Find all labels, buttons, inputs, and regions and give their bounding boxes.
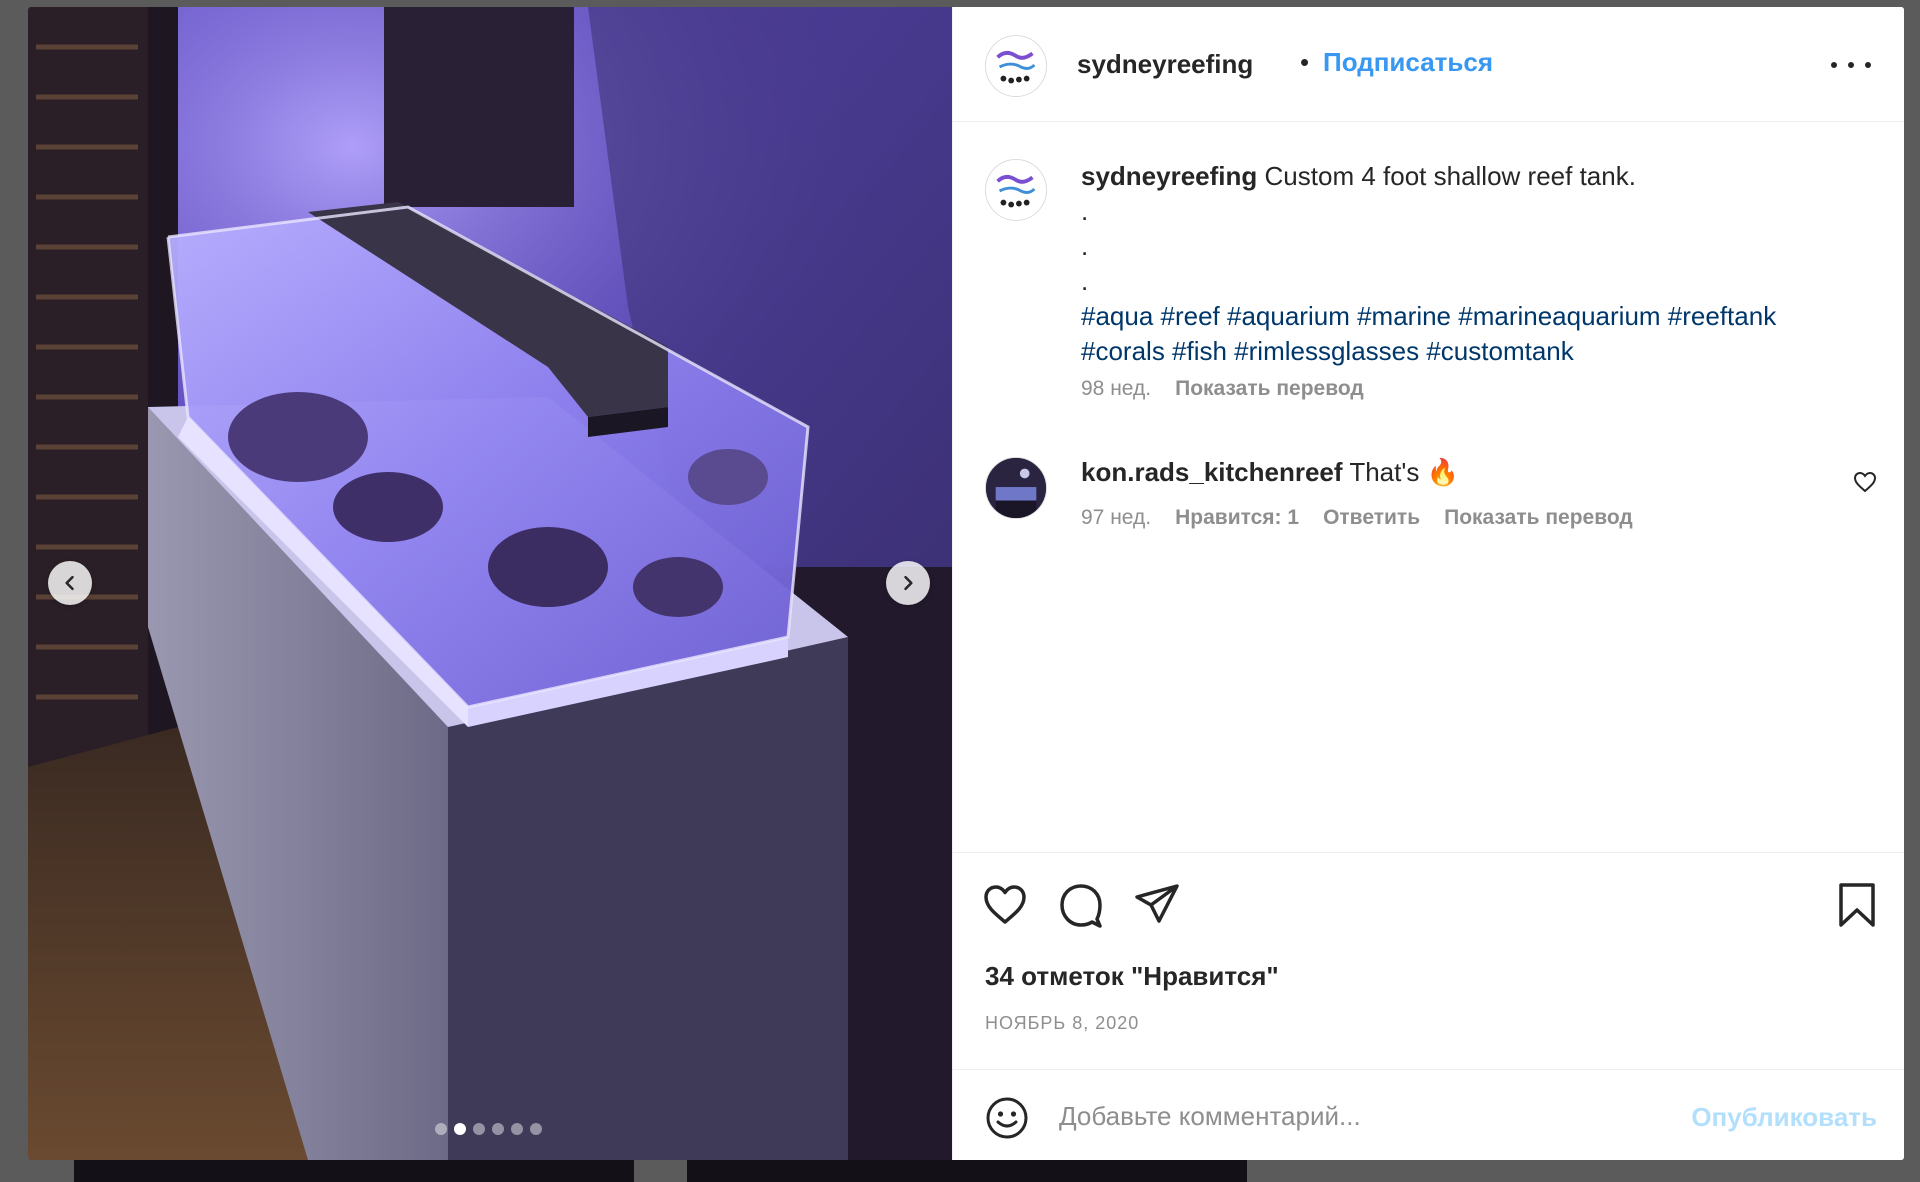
comments-section: sydneyreefing Custom 4 foot shallow reef… [953,122,1904,852]
carousel-dot [530,1123,542,1135]
caption-dot-line: . [1081,266,1089,296]
caption-dot-line: . [1081,196,1089,226]
commenter-avatar[interactable] [985,457,1047,519]
post-date[interactable]: НОЯБРЬ 8, 2020 [985,1013,1139,1034]
carousel-dot [473,1123,485,1135]
comment-text: That's 🔥 [1349,457,1459,487]
author-username[interactable]: sydneyreefing [1077,49,1253,80]
bookmark-icon[interactable] [1833,881,1881,929]
comment-translate-button[interactable]: Показать перевод [1444,506,1633,530]
comment-age[interactable]: 97 нед. [1081,506,1151,530]
carousel-prev-button[interactable] [48,561,92,605]
carousel-dot [435,1123,447,1135]
comment-icon[interactable] [1057,881,1105,929]
aquarium-photo [28,7,952,1160]
comment-text-line: kon.rads_kitchenreef That's 🔥 [1081,455,1841,490]
caption-hashtags[interactable]: #aqua #reef #aquarium #marine #marineaqu… [1081,299,1861,334]
comment-input[interactable] [1059,1094,1649,1138]
carousel-dots [435,1123,542,1135]
backdrop-thumbnail-right [687,1160,1247,1182]
sydneyreefing-logo [986,160,1046,220]
more-options-button[interactable] [1831,53,1871,77]
emoji-icon[interactable] [985,1096,1029,1140]
carousel-dot [492,1123,504,1135]
more-horizontal-icon [1848,62,1854,68]
post-media [28,7,952,1160]
comment-item: kon.rads_kitchenreef That's 🔥 97 нед. Нр… [1081,455,1841,530]
likes-count[interactable]: 34 отметок "Нравится" [985,961,1279,992]
author-avatar[interactable] [985,35,1047,97]
chevron-right-icon [904,575,913,591]
carousel-next-button[interactable] [886,561,930,605]
post-header: sydneyreefing • Подписаться [953,7,1904,122]
caption-hashtags[interactable]: #corals #fish #rimlessglasses #customtan… [1081,334,1861,369]
carousel-dot [511,1123,523,1135]
comment-username[interactable]: kon.rads_kitchenreef [1081,457,1343,487]
comment-reply-button[interactable]: Ответить [1323,506,1420,530]
follow-button[interactable]: Подписаться [1323,47,1493,78]
post-modal: sydneyreefing • Подписаться sydneyreefin… [28,7,1904,1160]
heart-icon[interactable] [981,881,1029,929]
caption-avatar[interactable] [985,159,1047,221]
post-actions: 34 отметок "Нравится" НОЯБРЬ 8, 2020 Опу… [953,852,1904,1160]
comment-like-icon[interactable] [1853,470,1877,494]
more-horizontal-icon [1865,62,1871,68]
caption-text: Custom 4 foot shallow reef tank. [1264,161,1636,191]
post-panel: sydneyreefing • Подписаться sydneyreefin… [952,7,1904,1160]
comment-meta: 97 нед. Нравится: 1 Ответить Показать пе… [1081,506,1841,530]
caption-text-line: sydneyreefing Custom 4 foot shallow reef… [1081,159,1861,194]
comment-likes[interactable]: Нравится: 1 [1175,506,1299,530]
caption: sydneyreefing Custom 4 foot shallow reef… [1081,159,1861,401]
caption-translate-button[interactable]: Показать перевод [1175,377,1364,401]
share-icon[interactable] [1133,881,1181,929]
caption-dot-line: . [1081,231,1089,261]
caption-meta: 98 нед. Показать перевод [1081,377,1861,401]
caption-age[interactable]: 98 нед. [1081,377,1151,401]
commenter-photo [986,458,1046,518]
caption-username[interactable]: sydneyreefing [1081,161,1257,191]
carousel-dot-active [454,1123,466,1135]
chevron-left-icon [65,575,74,591]
comment-composer: Опубликовать [953,1069,1904,1160]
backdrop-thumbnail-left [74,1160,634,1182]
more-horizontal-icon [1831,62,1837,68]
publish-button[interactable]: Опубликовать [1691,1102,1877,1133]
sydneyreefing-logo [986,36,1046,96]
header-separator: • [1300,47,1310,77]
